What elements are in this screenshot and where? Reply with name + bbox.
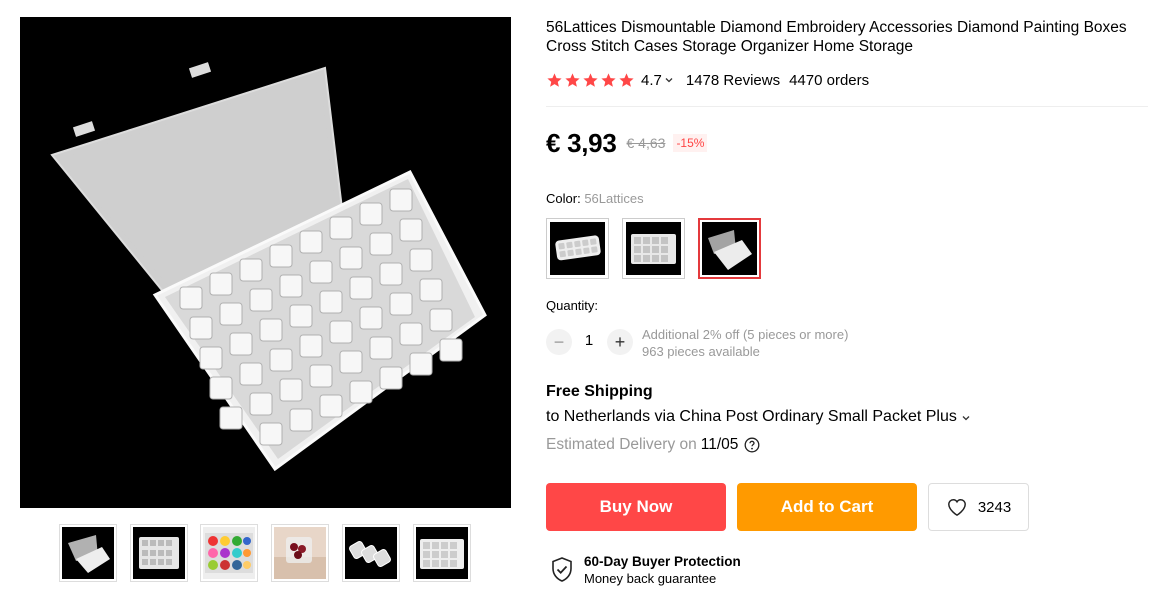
product-title: 56Lattices Dismountable Diamond Embroide…	[546, 19, 1127, 55]
color-swatch-1[interactable]	[546, 218, 609, 279]
shipping-method-selector[interactable]: to Netherlands via China Post Ordinary S…	[546, 408, 971, 426]
thumbnail-4[interactable]	[271, 524, 329, 582]
bulk-discount-note: Additional 2% off (5 pieces or more)	[642, 327, 849, 342]
color-swatch-2[interactable]	[622, 218, 685, 279]
star-icon	[619, 72, 634, 87]
quantity-note: Additional 2% off (5 pieces or more) 963…	[642, 326, 848, 360]
chevron-down-icon[interactable]	[664, 75, 674, 85]
quantity-increase-button[interactable]: +	[607, 329, 633, 355]
thumbnail-3[interactable]	[200, 524, 258, 582]
quantity-label: Quantity:	[546, 298, 599, 313]
discount-badge: -15%	[673, 134, 708, 152]
help-icon[interactable]	[744, 437, 760, 453]
current-price: € 3,93	[546, 127, 617, 158]
orders-count: 4470 orders	[789, 71, 870, 89]
main-product-image[interactable]	[20, 17, 511, 508]
delivery-date: 11/05	[700, 436, 739, 453]
rating-stars	[546, 72, 635, 89]
estimated-delivery: Estimated Delivery on 11/05	[546, 436, 760, 454]
thumbnail-1[interactable]	[59, 524, 117, 582]
thumbnail-6[interactable]	[413, 524, 471, 582]
price-row: € 3,93 € 4,63 -15%	[546, 127, 708, 159]
color-swatch-3[interactable]	[698, 218, 761, 279]
wishlist-button[interactable]: 3243	[928, 483, 1029, 531]
rating-row: 4.7 1478 Reviews 4470 orders	[546, 69, 869, 91]
star-icon	[565, 72, 580, 87]
heart-icon	[947, 498, 966, 517]
rating-value[interactable]: 4.7	[641, 72, 662, 89]
thumbnail-5[interactable]	[342, 524, 400, 582]
wishlist-count: 3243	[977, 498, 1012, 516]
buyer-protection: 60-Day Buyer Protection Money back guara…	[550, 553, 741, 587]
shipping-detail: to Netherlands via China Post Ordinary S…	[546, 408, 957, 425]
selected-color-value: 56Lattices	[584, 191, 644, 206]
reviews-link[interactable]: 1478 Reviews	[686, 72, 780, 89]
star-icon	[601, 72, 616, 87]
add-to-cart-button[interactable]: Add to Cart	[737, 483, 917, 531]
buy-now-button[interactable]: Buy Now	[546, 483, 726, 531]
shield-check-icon	[552, 557, 572, 582]
stock-available: 963 pieces available	[642, 344, 760, 359]
protection-title: 60-Day Buyer Protection	[584, 554, 741, 569]
original-price: € 4,63	[626, 135, 666, 151]
shipping-title: Free Shipping	[546, 383, 653, 400]
chevron-down-icon	[962, 416, 970, 421]
color-label: Color: 56Lattices	[546, 191, 644, 206]
quantity-value[interactable]: 1	[580, 332, 598, 349]
quantity-decrease-button[interactable]: −	[546, 329, 572, 355]
thumbnail-2[interactable]	[130, 524, 188, 582]
protection-subtitle: Money back guarantee	[584, 571, 717, 586]
divider	[546, 106, 1148, 107]
star-icon	[547, 72, 562, 87]
star-icon	[583, 72, 598, 87]
